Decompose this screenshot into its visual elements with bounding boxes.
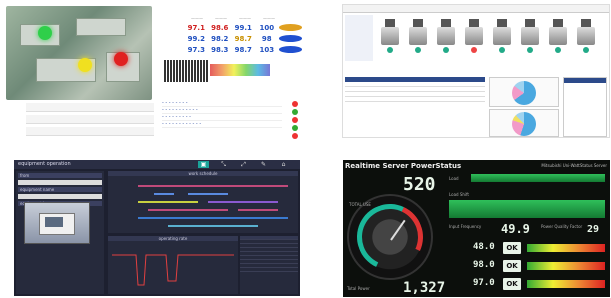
- pie-chart: [512, 81, 536, 105]
- operation-table: [240, 236, 298, 294]
- detail-table: [563, 77, 607, 137]
- list-item[interactable]: - - - - - - - -: [162, 100, 282, 107]
- level-bar: [527, 244, 605, 252]
- status-icon[interactable]: [292, 133, 298, 139]
- metrics-row: 97.3 98.3 98.7 103: [162, 44, 302, 55]
- panel-subtitle: Mitsubishi Uni-WattStatus Server: [541, 163, 607, 168]
- list-item[interactable]: - - - - - - - - - - - -: [162, 121, 282, 128]
- equipment-table: [345, 77, 485, 107]
- factory-aerial-map[interactable]: [6, 6, 152, 100]
- list-item[interactable]: - - - - - - - - - - -: [162, 107, 282, 114]
- operating-rate-chart: operating rate: [108, 236, 238, 294]
- equipment-operation-panel: equipment operation ▣ ⤡ ⤢ ✎ ⌂ from equip…: [14, 160, 300, 296]
- status-icon[interactable]: [292, 117, 298, 123]
- metrics-row: 97.1 98.6 99.1 100: [162, 22, 302, 33]
- event-list: - - - - - - - - - - - - - - - - - - - - …: [162, 100, 282, 128]
- list-item[interactable]: - - - - - - - - -: [162, 114, 282, 121]
- server-power-panel: Realtime Server PowerStatus Mitsubishi U…: [343, 160, 610, 297]
- collapse-icon[interactable]: ⤡: [218, 161, 229, 168]
- machine-tile[interactable]: [575, 17, 597, 53]
- total-readout: 1,327: [403, 280, 446, 296]
- home-icon[interactable]: ⌂: [278, 161, 289, 168]
- status-light-green[interactable]: [38, 26, 52, 40]
- level-bar: [527, 262, 605, 270]
- calendar-icon[interactable]: ▣: [198, 161, 209, 168]
- pie-chart-box: [489, 77, 559, 107]
- level-bar: [527, 280, 605, 288]
- equipment-image: [24, 202, 90, 244]
- factory-monitor-panel: ——— ——— ——— ——— 97.1 98.6 99.1 100 99.2 98.…: [4, 4, 304, 142]
- tool-icon[interactable]: ✎: [258, 161, 269, 168]
- machine-tile[interactable]: [463, 17, 485, 53]
- metrics-row: 99.2 98.2 98.7 98: [162, 33, 302, 44]
- machine-tile[interactable]: [407, 17, 429, 53]
- operating-rate-line: [112, 254, 234, 286]
- ok-indicator[interactable]: OK: [503, 242, 521, 254]
- panel-title: [343, 5, 609, 13]
- machine-tile[interactable]: [491, 17, 513, 53]
- status-light-yellow[interactable]: [78, 58, 92, 72]
- big-readout: 520: [403, 174, 436, 195]
- status-icon[interactable]: [292, 125, 298, 131]
- status-icon[interactable]: [292, 101, 298, 107]
- date-field[interactable]: [18, 180, 102, 185]
- status-light-red[interactable]: [114, 52, 128, 66]
- pie-chart: [512, 112, 536, 136]
- metrics-table: ——— ——— ——— ——— 97.1 98.6 99.1 100 99.2 98.…: [162, 14, 302, 55]
- work-schedule-chart: work schedule: [108, 171, 298, 233]
- equipment-side-label: [345, 15, 373, 61]
- equipment-status-panel: [342, 4, 610, 138]
- ok-indicator[interactable]: OK: [503, 260, 521, 272]
- machine-tile[interactable]: [519, 17, 541, 53]
- toolbar: ▣ ⤡ ⤢ ✎ ⌂: [14, 160, 300, 169]
- ok-indicator[interactable]: OK: [503, 278, 521, 290]
- trend-strips: [6, 103, 154, 141]
- status-icon[interactable]: [292, 109, 298, 115]
- load-shift-bar: [449, 200, 605, 218]
- action-icons: [288, 100, 304, 141]
- load-bar: [471, 174, 605, 182]
- expand-icon[interactable]: ⤢: [238, 161, 249, 168]
- machine-tile[interactable]: [435, 17, 457, 53]
- equipment-select[interactable]: [18, 194, 102, 199]
- dashboard-collage: ——— ——— ——— ——— 97.1 98.6 99.1 100 99.2 98.…: [0, 0, 611, 298]
- color-legend: [210, 64, 270, 76]
- pie-chart-box: [489, 109, 559, 137]
- machine-tile[interactable]: [547, 17, 569, 53]
- panel-title: Realtime Server PowerStatus: [345, 162, 462, 170]
- machine-tile[interactable]: [379, 17, 401, 53]
- barcode-graphic: [164, 60, 208, 82]
